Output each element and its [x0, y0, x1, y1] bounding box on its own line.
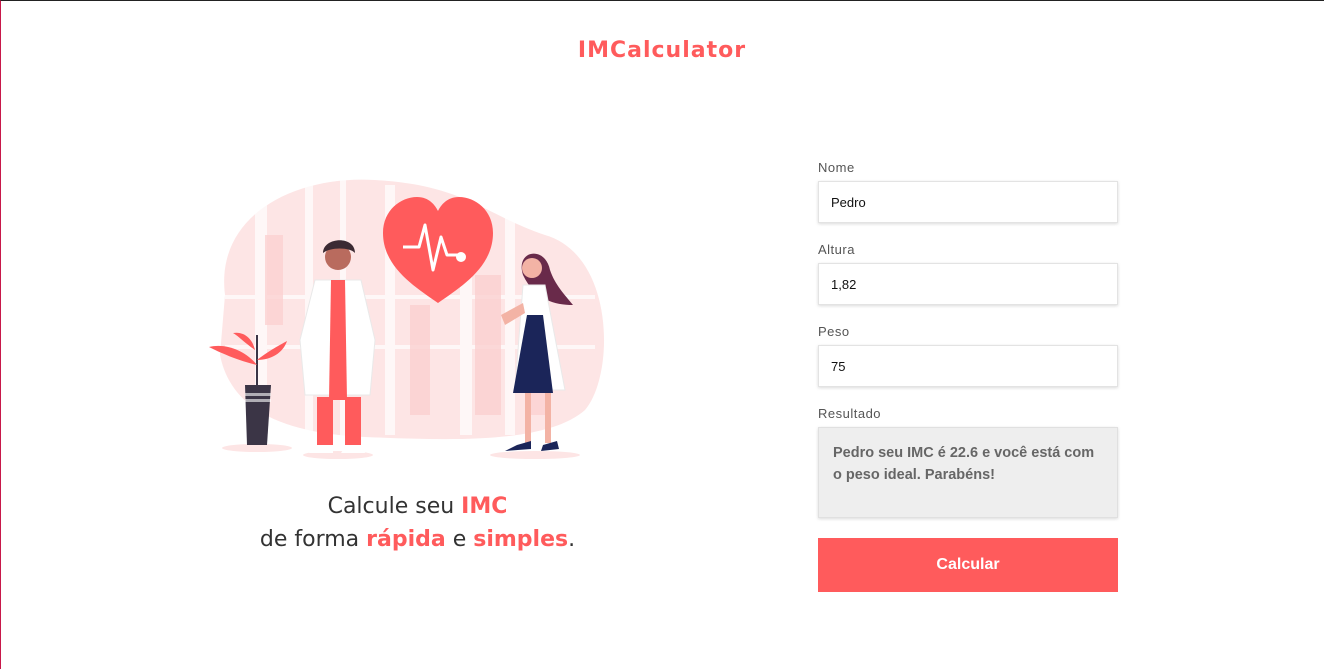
highlight-imc: IMC: [461, 494, 508, 519]
calcular-button[interactable]: Calcular: [818, 538, 1118, 592]
nome-input[interactable]: [818, 181, 1118, 223]
tagline-line-2: de forma rápida e simples.: [259, 527, 576, 552]
page-frame: [0, 0, 1324, 669]
resultado-output: Pedro seu IMC é 22.6 e você está com o p…: [818, 427, 1118, 518]
resultado-label: Resultado: [818, 406, 882, 421]
highlight-rapida: rápida: [366, 527, 446, 552]
peso-label: Peso: [818, 324, 850, 339]
app-title: IMCalculator: [577, 38, 747, 63]
tagline-line-1: Calcule seu IMC: [327, 494, 508, 519]
nome-label: Nome: [818, 160, 855, 175]
hero-tagline: Calcule seu IMC de forma rápida e simple…: [220, 490, 615, 556]
peso-input[interactable]: [818, 345, 1118, 387]
altura-label: Altura: [818, 242, 855, 257]
imc-form: Nome Altura Peso Resultado Pedro seu IMC…: [818, 160, 1118, 592]
highlight-simples: simples: [473, 527, 569, 552]
altura-input[interactable]: [818, 263, 1118, 305]
doctors-illustration: [209, 175, 605, 459]
